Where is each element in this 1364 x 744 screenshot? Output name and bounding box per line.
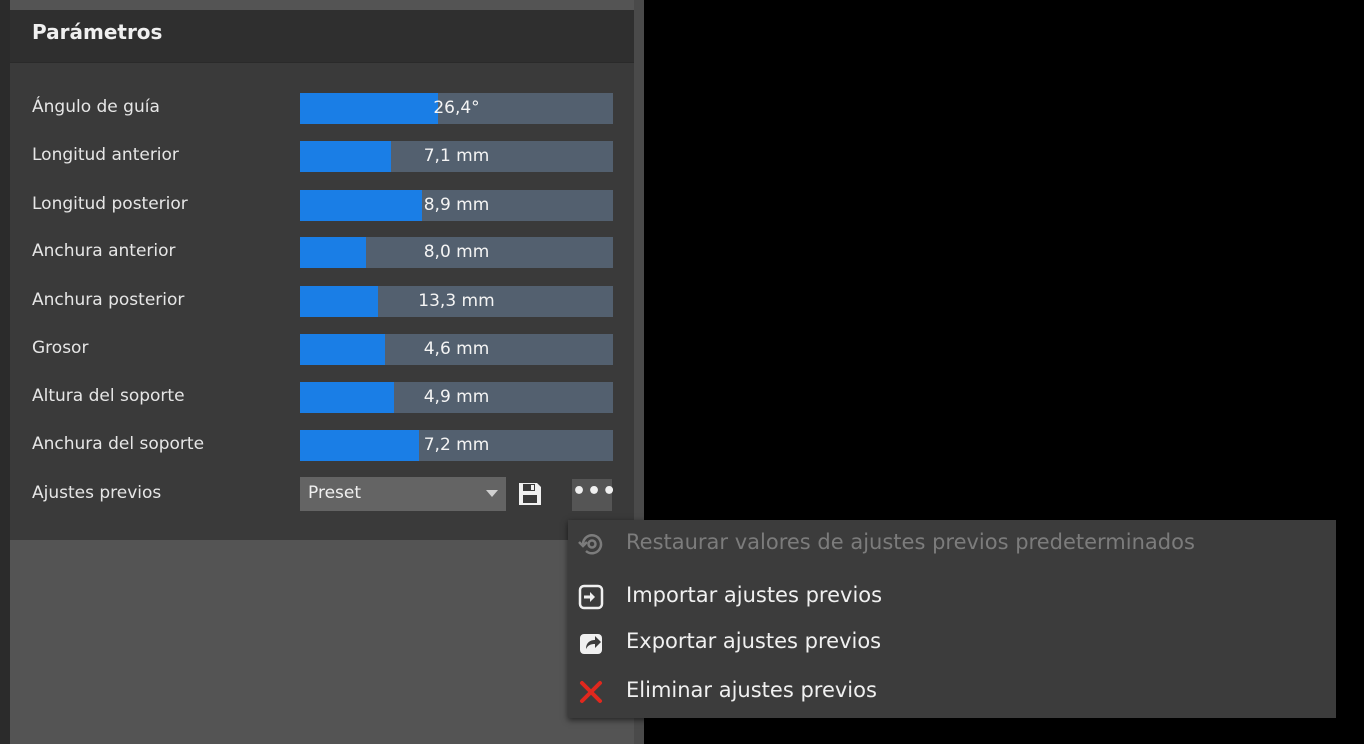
slider-value: 8,9 mm xyxy=(423,195,490,215)
guide-angle-slider[interactable]: 26,4° xyxy=(300,93,613,124)
slider-value: 7,1 mm xyxy=(423,146,490,166)
menu-item-restore-defaults[interactable]: Restaurar valores de ajustes previos pre… xyxy=(568,522,1336,568)
save-icon xyxy=(519,483,541,505)
preset-selected-value: Preset xyxy=(308,483,362,503)
menu-item-import-presets[interactable]: Importar ajustes previos xyxy=(568,575,1336,621)
panel-header: Parámetros xyxy=(10,10,634,63)
param-row-posterior-width: Anchura posterior 13,3 mm xyxy=(10,286,634,318)
delete-icon xyxy=(580,681,602,703)
chevron-down-icon xyxy=(486,490,498,497)
param-label: Altura del soporte xyxy=(32,386,185,406)
import-icon xyxy=(578,584,604,610)
menu-item-export-presets[interactable]: Exportar ajustes previos xyxy=(568,621,1336,667)
param-label: Anchura posterior xyxy=(32,290,185,310)
menu-item-label: Eliminar ajustes previos xyxy=(626,678,877,702)
param-label: Ángulo de guía xyxy=(32,97,160,117)
export-icon xyxy=(580,634,602,654)
param-row-anterior-width: Anchura anterior 8,0 mm xyxy=(10,237,634,269)
menu-item-label: Restaurar valores de ajustes previos pre… xyxy=(626,530,1195,554)
presets-row: Ajustes previos Preset ••• xyxy=(10,477,634,513)
slider-value: 4,9 mm xyxy=(423,387,490,407)
param-row-posterior-length: Longitud posterior 8,9 mm xyxy=(10,190,634,222)
presets-context-menu: Restaurar valores de ajustes previos pre… xyxy=(568,520,1336,718)
restore-icon xyxy=(578,534,603,555)
param-row-support-width: Anchura del soporte 7,2 mm xyxy=(10,430,634,462)
menu-item-label: Importar ajustes previos xyxy=(626,583,883,607)
param-label: Longitud posterior xyxy=(32,194,188,214)
support-width-slider[interactable]: 7,2 mm xyxy=(300,430,613,461)
posterior-width-slider[interactable]: 13,3 mm xyxy=(300,286,613,317)
param-row-support-height: Altura del soporte 4,9 mm xyxy=(10,382,634,414)
anterior-width-slider[interactable]: 8,0 mm xyxy=(300,237,613,268)
param-row-thickness: Grosor 4,6 mm xyxy=(10,334,634,366)
slider-value: 26,4° xyxy=(433,98,480,118)
more-icon: ••• xyxy=(572,479,618,504)
save-preset-button[interactable] xyxy=(513,477,547,511)
param-label: Longitud anterior xyxy=(32,145,179,165)
parameters-panel: Parámetros Ángulo de guía 26,4° Longitud… xyxy=(10,10,634,540)
slider-value: 8,0 mm xyxy=(423,242,490,262)
menu-item-delete-presets[interactable]: Eliminar ajustes previos xyxy=(568,670,1336,716)
slider-value: 4,6 mm xyxy=(423,339,490,359)
posterior-length-slider[interactable]: 8,9 mm xyxy=(300,190,613,221)
anterior-length-slider[interactable]: 7,1 mm xyxy=(300,141,613,172)
thickness-slider[interactable]: 4,6 mm xyxy=(300,334,613,365)
param-row-guide-angle: Ángulo de guía 26,4° xyxy=(10,93,634,125)
left-edge xyxy=(0,0,10,744)
slider-value: 7,2 mm xyxy=(423,435,490,455)
param-label: Grosor xyxy=(32,338,89,358)
param-label: Anchura anterior xyxy=(32,241,176,261)
panel-title: Parámetros xyxy=(32,20,163,44)
param-row-anterior-length: Longitud anterior 7,1 mm xyxy=(10,141,634,173)
menu-item-label: Exportar ajustes previos xyxy=(626,629,882,653)
presets-label: Ajustes previos xyxy=(32,483,162,503)
preset-dropdown[interactable]: Preset xyxy=(300,477,506,511)
more-options-button[interactable]: ••• xyxy=(572,479,618,511)
slider-value: 13,3 mm xyxy=(418,291,495,311)
param-label: Anchura del soporte xyxy=(32,434,205,454)
support-height-slider[interactable]: 4,9 mm xyxy=(300,382,613,413)
